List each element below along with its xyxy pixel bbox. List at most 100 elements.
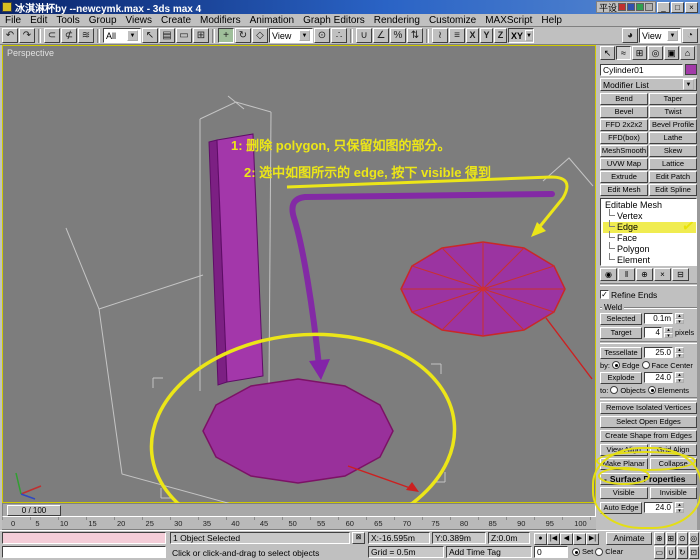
- close-button[interactable]: ×: [685, 1, 698, 13]
- select-link-icon[interactable]: ⊂: [44, 28, 60, 43]
- ime-icon[interactable]: [618, 3, 626, 11]
- invisible-button[interactable]: Invisible: [649, 487, 697, 499]
- play-icon[interactable]: ▶: [573, 533, 586, 545]
- undo-icon[interactable]: ↶: [2, 28, 18, 43]
- ime-icon[interactable]: [636, 3, 644, 11]
- modifier-button-bevel-profile[interactable]: Bevel Profile: [649, 119, 697, 131]
- spin-down-icon[interactable]: ▾: [664, 332, 673, 338]
- prev-frame-icon[interactable]: ◀: [560, 533, 573, 545]
- grid-align-button[interactable]: Grid Align: [649, 444, 697, 456]
- menu-modifiers[interactable]: Modifiers: [200, 15, 241, 26]
- weld-target-button[interactable]: Target: [600, 326, 642, 339]
- add-time-tag[interactable]: Add Time Tag: [446, 546, 532, 558]
- make-unique-icon[interactable]: ⊕: [636, 268, 653, 281]
- menu-help[interactable]: Help: [541, 15, 562, 26]
- stack-item-vertex[interactable]: Vertex: [603, 209, 696, 222]
- modifier-button-edit-mesh[interactable]: Edit Mesh: [600, 184, 648, 196]
- spinner[interactable]: ▴ ▾: [675, 372, 684, 383]
- time-slider-button[interactable]: 0 / 100: [7, 504, 61, 516]
- make-planar-button[interactable]: Make Planar: [600, 458, 648, 470]
- stack-root[interactable]: Editable Mesh: [603, 200, 696, 211]
- zoom-extents-all-icon[interactable]: ◎: [688, 532, 699, 545]
- auto-edge-field[interactable]: 24.0: [644, 502, 673, 513]
- spinner[interactable]: ▴ ▾: [675, 313, 684, 324]
- modifier-button-uvwmap[interactable]: UVW Map: [600, 158, 648, 170]
- modifier-button-meshsmooth[interactable]: MeshSmooth: [600, 145, 648, 157]
- render-scene-icon[interactable]: ◕: [622, 28, 638, 43]
- current-time-field[interactable]: 0: [534, 546, 568, 558]
- menu-animation[interactable]: Animation: [250, 15, 294, 26]
- radio-objects[interactable]: [610, 386, 619, 394]
- ime-icon[interactable]: [627, 3, 635, 11]
- viewport-label[interactable]: Perspective: [7, 48, 54, 58]
- menu-maxscript[interactable]: MAXScript: [485, 15, 532, 26]
- tab-create-icon[interactable]: ↖: [600, 46, 615, 60]
- modifier-button-lathe[interactable]: Lathe: [649, 132, 697, 144]
- view-align-button[interactable]: View Align: [600, 444, 648, 456]
- tessellate-field[interactable]: 25.0: [644, 347, 673, 358]
- mirror-icon[interactable]: ≀: [432, 28, 448, 43]
- arc-rotate-icon[interactable]: ↻: [677, 546, 688, 559]
- visible-button[interactable]: Visible: [600, 487, 648, 499]
- menu-tools[interactable]: Tools: [56, 15, 79, 26]
- collapse-button[interactable]: Collapse: [649, 458, 697, 470]
- min-max-toggle-icon[interactable]: ⊡: [688, 546, 699, 559]
- surface-properties-rollout-header[interactable]: - Surface Properties: [600, 473, 697, 485]
- tessellate-button[interactable]: Tessellate: [600, 346, 642, 359]
- align-icon[interactable]: ≡: [449, 28, 465, 43]
- stack-item-polygon[interactable]: Polygon: [603, 242, 696, 255]
- maxscript-listener-pink[interactable]: [2, 532, 166, 544]
- menu-file[interactable]: File: [5, 15, 21, 26]
- select-object-icon[interactable]: ↖: [142, 28, 158, 43]
- modifier-button-skew[interactable]: Skew: [649, 145, 697, 157]
- unlink-icon[interactable]: ⊄: [61, 28, 77, 43]
- select-and-scale-icon[interactable]: ◇: [252, 28, 268, 43]
- minimize-button[interactable]: _: [657, 1, 670, 13]
- animate-button[interactable]: Animate: [606, 532, 652, 545]
- zoom-all-icon[interactable]: ⊞: [665, 532, 676, 545]
- axis-constraint-y-button[interactable]: Y: [480, 28, 493, 43]
- select-by-name-icon[interactable]: ▤: [159, 28, 175, 43]
- explode-field[interactable]: 24.0: [644, 372, 673, 383]
- radio-set[interactable]: [572, 547, 580, 556]
- modifier-button-extrude[interactable]: Extrude: [600, 171, 648, 183]
- modifier-button-ffd2x2x2[interactable]: FFD 2x2x2: [600, 119, 648, 131]
- spinner[interactable]: ▴ ▾: [675, 502, 684, 513]
- modifier-button-bend[interactable]: Bend: [600, 93, 648, 105]
- modifier-list-dropdown[interactable]: Modifier List ▼: [600, 78, 697, 91]
- selection-filter-dropdown[interactable]: All ▼: [103, 28, 141, 43]
- time-slider-track[interactable]: 0 / 100: [2, 503, 596, 517]
- radio-edge[interactable]: [612, 361, 621, 369]
- auto-edge-button[interactable]: Auto Edge: [600, 501, 642, 514]
- select-manipulate-icon[interactable]: ∴: [331, 28, 347, 43]
- configure-stack-icon[interactable]: ⊟: [672, 268, 689, 281]
- maxscript-listener-white[interactable]: [2, 546, 166, 558]
- stack-item-edge[interactable]: Edge: [603, 220, 696, 233]
- go-end-icon[interactable]: ▶|: [586, 533, 599, 545]
- percent-snap-icon[interactable]: %: [390, 28, 406, 43]
- key-mode-icon[interactable]: ●: [534, 533, 547, 545]
- radio-elements[interactable]: [647, 386, 656, 394]
- redo-icon[interactable]: ↷: [19, 28, 35, 43]
- remove-modifier-icon[interactable]: ×: [654, 268, 671, 281]
- axis-constraint-x-button[interactable]: X: [466, 28, 479, 43]
- zoom-region-icon[interactable]: ▭: [654, 546, 665, 559]
- tab-display-icon[interactable]: ▣: [664, 46, 679, 60]
- window-crossing-icon[interactable]: ⊞: [193, 28, 209, 43]
- zoom-icon[interactable]: ⊕: [654, 532, 665, 545]
- object-color-swatch[interactable]: [685, 64, 697, 75]
- use-pivot-center-icon[interactable]: ⊙: [314, 28, 330, 43]
- menu-customize[interactable]: Customize: [429, 15, 476, 26]
- coordinate-x-field[interactable]: X:-16.595m: [368, 532, 430, 544]
- reference-coordinate-dropdown[interactable]: View ▼: [269, 28, 313, 43]
- stack-item-element[interactable]: Element: [603, 253, 696, 266]
- pan-icon[interactable]: ∪: [665, 546, 676, 559]
- tab-modify-icon[interactable]: ≈: [616, 46, 631, 60]
- select-and-move-icon[interactable]: +: [218, 28, 234, 43]
- menu-group[interactable]: Group: [89, 15, 117, 26]
- modifier-button-lattice[interactable]: Lattice: [649, 158, 697, 170]
- modifier-button-ffdbox[interactable]: FFD(box): [600, 132, 648, 144]
- spinner[interactable]: ▴ ▾: [664, 327, 673, 338]
- spin-down-icon[interactable]: ▾: [675, 507, 684, 513]
- modifier-button-bevel[interactable]: Bevel: [600, 106, 648, 118]
